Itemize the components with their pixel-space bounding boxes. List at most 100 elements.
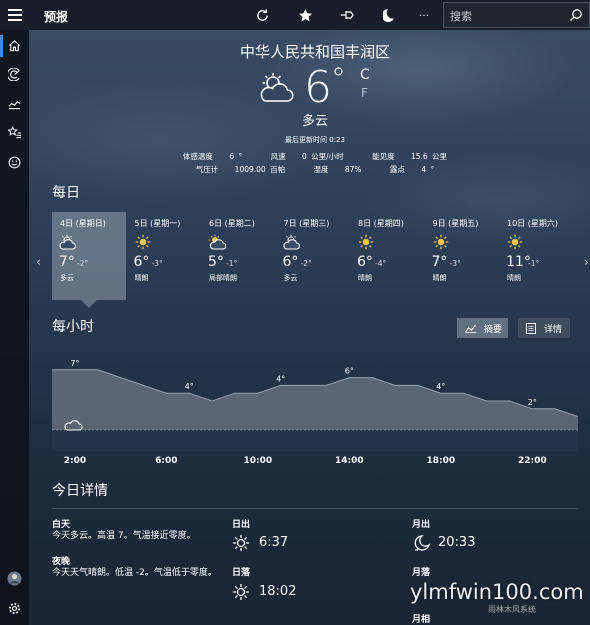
day-condition: 晴朗 — [507, 274, 521, 282]
day-date: 10日 (星期六) — [507, 219, 558, 228]
user-avatar[interactable] — [6, 570, 23, 587]
humidity-label: 湿度 — [313, 165, 329, 174]
hourly-section-title: 每小时 — [52, 319, 94, 335]
pressure-value: 1009.00 百帕 — [234, 165, 286, 174]
location-title: 中华人民共和国丰润区 — [239, 43, 390, 61]
sun-icon — [506, 234, 524, 250]
partly-cloudy-icon — [59, 234, 77, 250]
moon-theme-icon[interactable] — [380, 5, 400, 25]
day-low-temp: -4° — [375, 259, 387, 268]
day-condition: 局部晴朗 — [209, 274, 237, 282]
pressure-label: 气压计 — [195, 165, 219, 174]
point-label: 4° — [276, 374, 285, 383]
summary-button[interactable]: 摘要 — [457, 318, 508, 338]
sunrise-time: 6:37 — [259, 535, 289, 550]
daily-next-arrow[interactable]: › — [584, 255, 589, 269]
dewpoint-value: 4 ° — [421, 165, 435, 174]
daily-forecast-card[interactable]: 4日 (星期日) 7° -2° 多云 — [52, 212, 126, 300]
daily-forecast-card[interactable]: 8日 (星期四) 6° -4° 晴朗 — [350, 212, 424, 300]
details-button[interactable]: 详情 — [518, 318, 570, 338]
day-high-temp: 5° — [208, 254, 224, 270]
daily-section-title: 每日 — [52, 185, 80, 201]
search-placeholder: 搜索 — [450, 10, 472, 23]
daily-forecast-card[interactable]: 7日 (星期三) 6° -2° 多云 — [276, 212, 350, 300]
top-bar: 预报 ··· 搜索 — [0, 0, 590, 30]
day-low-temp: -2° — [300, 259, 312, 268]
refresh-icon[interactable] — [252, 5, 272, 25]
hamburger-menu-icon[interactable] — [8, 9, 22, 21]
sunset-time: 18:02 — [259, 584, 297, 599]
watermark-text: ylmfwin100.com — [410, 580, 584, 604]
last-updated: 最后更新时间 0:23 — [285, 136, 345, 144]
daily-forecast-card[interactable]: 9日 (星期五) 7° -3° 晴朗 — [425, 212, 499, 300]
radar-map-icon[interactable] — [6, 66, 23, 83]
moonphase-label: 月相 — [412, 615, 431, 625]
details-button-label: 详情 — [544, 324, 563, 335]
today-divider — [52, 508, 578, 509]
day-condition: 多云 — [283, 274, 298, 282]
day-date: 9日 (星期五) — [432, 219, 479, 228]
day-date: 5日 (星期一) — [134, 219, 181, 228]
sunset-label: 日落 — [232, 568, 251, 578]
day-low-temp: -3° — [151, 259, 163, 268]
humidity-value: 87% — [344, 165, 362, 174]
day-date: 8日 (星期四) — [358, 219, 404, 228]
day-high-temp: 7° — [59, 254, 75, 270]
day-high-temp: 6° — [133, 254, 150, 270]
current-temperature: 6° — [304, 62, 346, 113]
day-date: 7日 (星期三) — [283, 219, 330, 228]
unit-fahrenheit-toggle[interactable]: F — [361, 86, 368, 100]
partly-cloudy-icon — [260, 73, 294, 102]
summary-button-label: 摘要 — [484, 324, 503, 335]
point-label: 2° — [528, 398, 537, 407]
feels-like-label: 体感温度 — [182, 152, 213, 161]
wind-value: 0 公里/小时 — [302, 152, 344, 161]
sunrise-icon — [233, 535, 249, 551]
app-title: 预报 — [44, 10, 69, 24]
details-row-1: 体感温度 6 ° 风速 0 公里/小时 能见度 15.6 公里 — [0, 151, 590, 162]
day-date: 4日 (星期日) — [60, 219, 106, 228]
more-options-icon[interactable]: ··· — [414, 5, 434, 25]
favorite-star-icon[interactable] — [295, 5, 315, 25]
x-tick-label: 6:00 — [155, 456, 177, 466]
wind-label: 风速 — [270, 152, 286, 161]
search-icon[interactable] — [569, 8, 583, 22]
day-low-temp: -2° — [77, 259, 89, 268]
sun-icon — [134, 234, 152, 250]
day-high-temp: 7° — [431, 254, 448, 270]
daily-forecast-card[interactable]: 6日 (星期二) 5° -1° 局部晴朗 — [201, 212, 275, 300]
x-tick-label: 18:00 — [426, 456, 455, 466]
day-condition: 多云 — [60, 274, 74, 282]
unit-celsius-toggle[interactable]: C — [360, 67, 370, 83]
nighttime-label: 夜晚 — [52, 557, 71, 567]
today-section-title: 今日详情 — [52, 483, 108, 499]
daily-forecast-card[interactable]: 5日 (星期一) 6° -3° 晴朗 — [127, 212, 201, 300]
daytime-text: 今天多云。高温 7。气温接近零度。 — [52, 531, 196, 541]
details-row-2: 气压计 1009.00 百帕 湿度 87% 露点 4 ° — [0, 164, 590, 175]
temperature-area — [52, 369, 578, 430]
search-box[interactable]: 搜索 — [443, 2, 590, 28]
settings-gear-icon[interactable] — [6, 600, 23, 617]
moonset-label: 月落 — [412, 568, 431, 578]
line-chart-icon — [465, 324, 477, 333]
nighttime-text: 今天天气晴朗。低温 -2。气温低于零度。 — [52, 568, 217, 578]
sun-icon — [357, 234, 375, 250]
daily-prev-arrow[interactable]: ‹ — [36, 255, 41, 269]
pin-icon[interactable] — [337, 5, 357, 25]
x-tick-label: 10:00 — [243, 456, 272, 466]
chart-axis-band — [52, 431, 578, 451]
day-date: 6日 (星期二) — [209, 219, 255, 228]
partly-sunny-icon — [208, 234, 227, 250]
x-tick-label: 2:00 — [64, 456, 86, 466]
feels-like-value: 6 ° — [229, 152, 243, 161]
sunrise-label: 日出 — [232, 520, 251, 530]
point-label: 6° — [345, 367, 354, 376]
day-low-temp: -1° — [226, 259, 238, 268]
details-list-icon — [526, 322, 536, 334]
daily-forecast-card[interactable]: 10日 (星期六) 11° -1° 晴朗 — [499, 212, 573, 300]
day-low-temp: -1° — [528, 259, 540, 268]
sun-icon — [432, 234, 450, 250]
day-condition: 晴朗 — [432, 274, 447, 282]
daytime-label: 白天 — [52, 520, 71, 530]
selected-day-pointer — [81, 300, 97, 308]
